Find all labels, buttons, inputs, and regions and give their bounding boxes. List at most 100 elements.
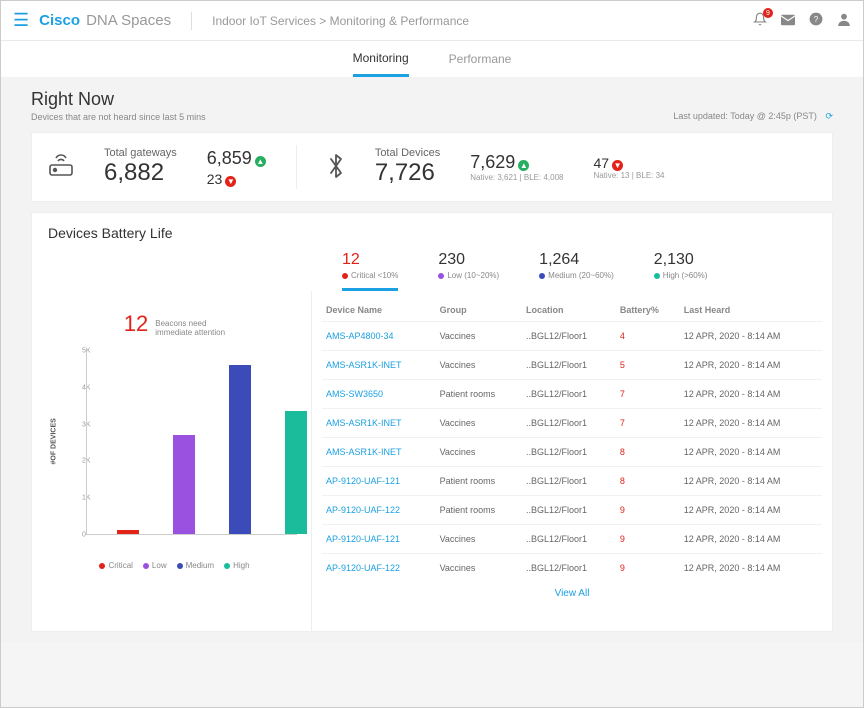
bell-badge: 9 (763, 8, 773, 18)
logo: Cisco DNA Spaces (39, 12, 171, 29)
cell-battery: 8 (616, 467, 680, 496)
bell-icon[interactable]: 9 (753, 12, 767, 29)
col-header[interactable]: Last Heard (680, 299, 822, 322)
cell-lastheard: 12 APR, 2020 - 8:14 AM (680, 409, 822, 438)
right-now-section: Right Now Devices that are not heard sin… (1, 77, 863, 212)
cell-name: AP-9120-UAF-121 (322, 467, 436, 496)
cell-lastheard: 12 APR, 2020 - 8:14 AM (680, 322, 822, 351)
table-column: Device NameGroupLocationBattery%Last Hea… (312, 291, 832, 631)
device-link[interactable]: AP-9120-UAF-121 (326, 534, 400, 544)
device-table: Device NameGroupLocationBattery%Last Hea… (322, 299, 822, 582)
refresh-icon[interactable]: ⟳ (825, 111, 833, 122)
tab-monitoring[interactable]: Monitoring (353, 41, 409, 77)
y-axis-label: #OF DEVICES (51, 418, 58, 464)
legend-item: High (224, 561, 249, 570)
battery-metric[interactable]: 12Critical <10% (342, 251, 398, 291)
breadcrumb-parent[interactable]: Indoor IoT Services (212, 14, 316, 28)
view-all: View All (322, 582, 822, 607)
device-link[interactable]: AMS-ASR1K-INET (326, 418, 402, 428)
col-header[interactable]: Group (436, 299, 522, 322)
total-devices: Total Devices 7,726 (375, 147, 440, 187)
gateways-up: 6,859 (207, 148, 252, 168)
cell-battery: 7 (616, 409, 680, 438)
gateways-label: Total gateways (104, 147, 177, 159)
devices-up: 7,629▲ Native: 3,621 | BLE: 4,008 (470, 152, 563, 182)
devices-label: Total Devices (375, 147, 440, 159)
up-icon: ▲ (518, 160, 529, 171)
cell-group: Patient rooms (436, 380, 522, 409)
view-all-link[interactable]: View All (555, 588, 590, 599)
col-header[interactable]: Battery% (616, 299, 680, 322)
battery-metric[interactable]: 230 Low (10~20%) (438, 251, 499, 291)
metric-label: Low (10~20%) (438, 271, 499, 280)
top-icons: 9 ? (753, 12, 851, 29)
device-link[interactable]: AP-9120-UAF-122 (326, 505, 400, 515)
tab-performane[interactable]: Performane (449, 41, 512, 77)
metric-label: High (>60%) (654, 271, 708, 280)
down-icon: ▼ (612, 160, 623, 171)
cell-location: ..BGL12/Floor1 (522, 380, 616, 409)
cell-group: Vaccines (436, 322, 522, 351)
table-row: AMS-AP4800-34Vaccines..BGL12/Floor1412 A… (322, 322, 822, 351)
table-row: AMS-ASR1K-INETVaccines..BGL12/Floor1812 … (322, 438, 822, 467)
device-link[interactable]: AMS-ASR1K-INET (326, 447, 402, 457)
col-header[interactable]: Device Name (322, 299, 436, 322)
cell-battery: 7 (616, 380, 680, 409)
help-icon[interactable]: ? (809, 12, 823, 29)
last-updated-text: Last updated: Today @ 2:45p (PST) (673, 111, 817, 121)
cell-location: ..BGL12/Floor1 (522, 525, 616, 554)
col-header[interactable]: Location (522, 299, 616, 322)
logo-brand: Cisco (39, 12, 80, 29)
devices-up-sub: Native: 3,621 | BLE: 4,008 (470, 173, 563, 182)
svg-text:?: ? (814, 15, 819, 24)
device-link[interactable]: AMS-SW3650 (326, 389, 383, 399)
up-icon: ▲ (255, 156, 266, 167)
hamburger-icon[interactable]: ☰ (13, 10, 29, 31)
metric-value: 1,264 (539, 251, 614, 269)
cell-location: ..BGL12/Floor1 (522, 351, 616, 380)
table-row: AMS-ASR1K-INETVaccines..BGL12/Floor1512 … (322, 351, 822, 380)
cell-name: AMS-SW3650 (322, 380, 436, 409)
battery-metric[interactable]: 2,130High (>60%) (654, 251, 708, 291)
cell-name: AMS-ASR1K-INET (322, 409, 436, 438)
table-row: AP-9120-UAF-122Patient rooms..BGL12/Floo… (322, 496, 822, 525)
bar-high[interactable] (285, 411, 307, 534)
bar-chart: #OF DEVICES 01K2K3K4K5K (62, 351, 301, 551)
device-link[interactable]: AP-9120-UAF-121 (326, 476, 400, 486)
cell-battery: 9 (616, 525, 680, 554)
stats-card: Total gateways 6,882 6,859▲ 23▼ Total De… (31, 132, 833, 202)
cell-name: AP-9120-UAF-121 (322, 525, 436, 554)
cell-group: Patient rooms (436, 467, 522, 496)
cell-group: Vaccines (436, 554, 522, 583)
cell-name: AP-9120-UAF-122 (322, 496, 436, 525)
cell-battery: 9 (616, 554, 680, 583)
bar-critical[interactable] (117, 530, 139, 534)
devices-down-sub: Native: 13 | BLE: 34 (593, 171, 664, 180)
legend-item: Medium (177, 561, 214, 570)
battery-metric[interactable]: 1,264Medium (20~60%) (539, 251, 614, 291)
devices-down: 47▼ Native: 13 | BLE: 34 (593, 155, 664, 180)
table-row: AMS-SW3650Patient rooms..BGL12/Floor1712… (322, 380, 822, 409)
cell-group: Vaccines (436, 525, 522, 554)
metric-value: 230 (438, 251, 499, 269)
cell-name: AP-9120-UAF-122 (322, 554, 436, 583)
cell-lastheard: 12 APR, 2020 - 8:14 AM (680, 467, 822, 496)
gateways-down: 23 (207, 171, 223, 187)
device-link[interactable]: AMS-AP4800-34 (326, 331, 394, 341)
cell-group: Vaccines (436, 438, 522, 467)
cell-name: AMS-ASR1K-INET (322, 351, 436, 380)
divider (191, 12, 192, 30)
device-link[interactable]: AMS-ASR1K-INET (326, 360, 402, 370)
device-link[interactable]: AP-9120-UAF-122 (326, 563, 400, 573)
mail-icon[interactable] (781, 13, 795, 29)
battery-metrics: 12Critical <10% 230 Low (10~20%) 1,264Mediu… (32, 251, 832, 291)
bar-low[interactable] (173, 435, 195, 534)
user-icon[interactable] (837, 12, 851, 29)
bar-medium[interactable] (229, 365, 251, 534)
right-now-subtitle: Devices that are not heard since last 5 … (31, 112, 206, 122)
legend-item: Critical (99, 561, 132, 570)
cell-lastheard: 12 APR, 2020 - 8:14 AM (680, 496, 822, 525)
cell-battery: 8 (616, 438, 680, 467)
cell-lastheard: 12 APR, 2020 - 8:14 AM (680, 351, 822, 380)
cell-location: ..BGL12/Floor1 (522, 496, 616, 525)
